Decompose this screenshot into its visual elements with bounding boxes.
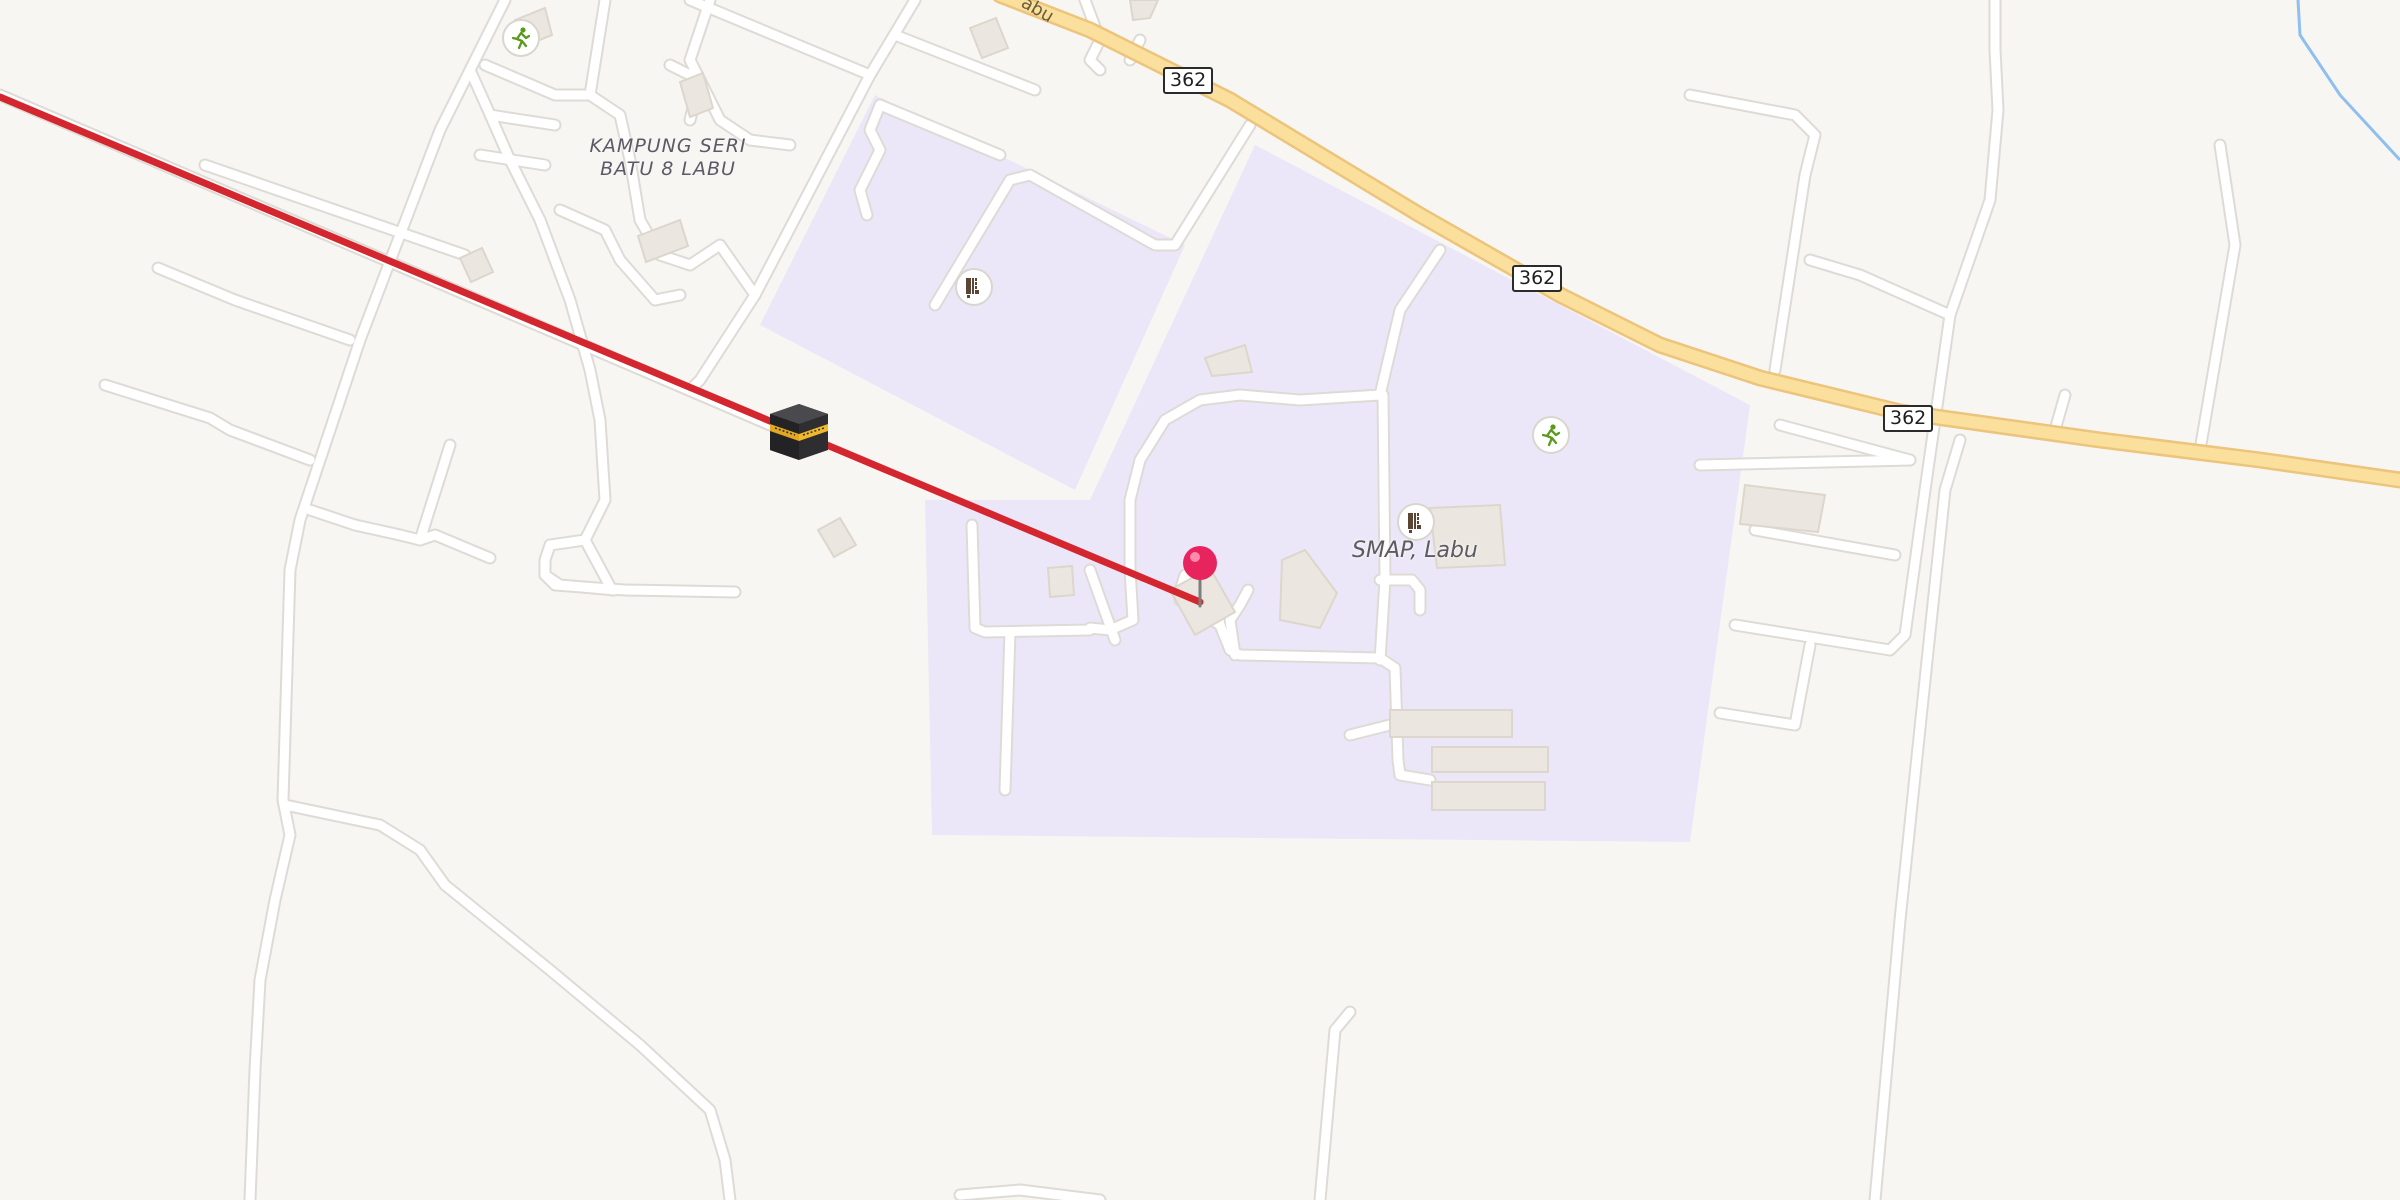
location-pin-icon[interactable] (1180, 544, 1220, 610)
route-shield-362: 362 (1163, 67, 1214, 94)
village-label-line1: KAMPUNG SERI (589, 135, 747, 157)
village-label-line2: BATU 8 LABU (600, 158, 736, 180)
kaaba-icon[interactable] (766, 400, 832, 464)
route-shield-362: 362 (1883, 405, 1934, 432)
school-building-icon[interactable] (1397, 503, 1435, 541)
running-person-icon[interactable] (1532, 416, 1570, 454)
stream (2296, 0, 2400, 162)
school-building-icon[interactable] (955, 268, 993, 306)
school-label[interactable]: SMAP, Labu (1352, 538, 1478, 563)
village-label: KAMPUNG SERI BATU 8 LABU (588, 135, 748, 181)
school-area (760, 95, 1750, 842)
route-shield-362: 362 (1512, 265, 1563, 292)
running-person-icon[interactable] (502, 19, 540, 57)
map-canvas[interactable]: KAMPUNG SERI BATU 8 LABU SMAP, Labu abu … (0, 0, 2400, 1200)
